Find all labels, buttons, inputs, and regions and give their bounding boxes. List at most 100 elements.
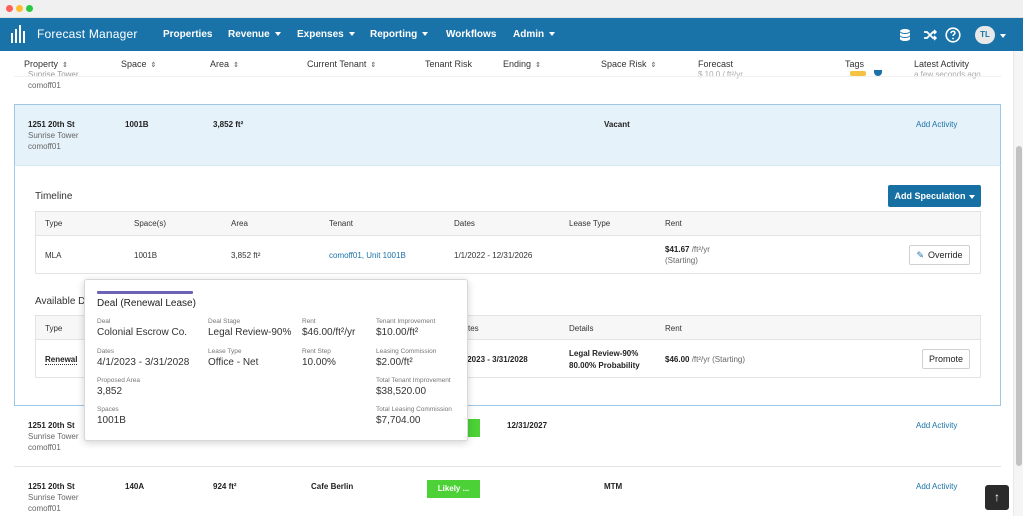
deal-rent: $46.00 /ft²/yr (Starting) bbox=[665, 355, 745, 364]
deal-probability: 80.00% Probability bbox=[569, 361, 640, 370]
deal-type-link[interactable]: Renewal bbox=[45, 355, 78, 365]
sort-icon: ⇕ bbox=[650, 62, 657, 69]
brand-name[interactable]: Forecast Manager bbox=[37, 27, 138, 41]
sort-icon: ⇕ bbox=[150, 62, 157, 69]
timeline-col-lease-type: Lease Type bbox=[569, 219, 611, 228]
deal-popover: Deal (Renewal Lease) Deal Colonial Escro… bbox=[84, 279, 468, 441]
column-header-forecast[interactable]: Forecast bbox=[698, 59, 733, 69]
property-address: 1251 20th St bbox=[28, 482, 75, 491]
popover-accent-bar bbox=[97, 291, 193, 294]
logo-icon[interactable] bbox=[10, 25, 28, 43]
sort-icon: ⇕ bbox=[370, 62, 377, 69]
property-building: Sunrise Tower bbox=[28, 493, 79, 502]
dates-value: 4/1/2023 - 3/31/2028 bbox=[97, 357, 190, 368]
override-button[interactable]: ✎ Override bbox=[909, 245, 970, 265]
deal-label: Deal bbox=[97, 318, 111, 325]
timeline-space: 1001B bbox=[134, 251, 158, 260]
timeline-col-area: Area bbox=[231, 219, 248, 228]
property-owner: comoff01 bbox=[28, 81, 61, 90]
timeline-col-tenant: Tenant bbox=[329, 219, 354, 228]
chevron-down-icon[interactable] bbox=[1000, 34, 1006, 38]
user-avatar[interactable]: TL bbox=[975, 26, 995, 44]
close-window-button[interactable] bbox=[6, 5, 13, 12]
column-header-tenant-risk[interactable]: Tenant Risk bbox=[425, 59, 472, 69]
available-deals-title: Available D bbox=[35, 296, 86, 307]
timeline-tenant-link[interactable]: comoff01, Unit 1001B bbox=[329, 251, 406, 260]
tenant-risk-badge[interactable]: Likely ... bbox=[427, 480, 480, 498]
help-icon[interactable] bbox=[945, 27, 961, 43]
proposed-area-value: 3,852 bbox=[97, 386, 123, 397]
space-value: 1001B bbox=[125, 120, 149, 129]
deal-rent-value: $46.00 bbox=[665, 355, 690, 364]
promote-button[interactable]: Promote bbox=[922, 349, 970, 369]
top-navbar: Forecast Manager Properties Revenue Expe… bbox=[0, 18, 1023, 51]
column-header-space[interactable]: Space ⇕ bbox=[121, 59, 156, 69]
shuffle-icon[interactable] bbox=[922, 27, 938, 43]
timeline-table-header bbox=[35, 211, 981, 236]
add-activity-link[interactable]: Add Activity bbox=[916, 482, 957, 491]
add-activity-link[interactable]: Add Activity bbox=[916, 120, 957, 129]
available-col-rent: Rent bbox=[665, 324, 682, 333]
deal-stage: Legal Review-90% bbox=[569, 349, 639, 358]
timeline-dates: 1/1/2022 - 12/31/2026 bbox=[454, 251, 533, 260]
add-speculation-button[interactable]: Add Speculation bbox=[888, 185, 981, 207]
deal-stage-label: Deal Stage bbox=[208, 318, 241, 325]
total-leasing-commission-value: $7,704.00 bbox=[376, 415, 421, 426]
timeline-col-rent: Rent bbox=[665, 219, 682, 228]
tenant-improvement-value: $10.00/ft² bbox=[376, 327, 419, 338]
available-col-details: Details bbox=[569, 324, 594, 333]
column-header-tags[interactable]: Tags bbox=[845, 59, 864, 69]
column-header-space-risk[interactable]: Space Risk ⇕ bbox=[601, 59, 656, 69]
ending-date: 12/31/2027 bbox=[507, 421, 548, 430]
sort-icon: ⇕ bbox=[233, 62, 239, 69]
leasing-commission-label: Leasing Commission bbox=[376, 348, 437, 355]
sort-icon: ⇕ bbox=[535, 62, 541, 69]
nav-revenue[interactable]: Revenue bbox=[228, 29, 281, 40]
nav-workflows[interactable]: Workflows bbox=[446, 29, 496, 40]
pencil-icon: ✎ bbox=[916, 250, 925, 260]
nav-admin-label: Admin bbox=[513, 29, 545, 40]
minimize-window-button[interactable] bbox=[16, 5, 23, 12]
current-tenant: Cafe Berlin bbox=[311, 482, 354, 491]
column-header-property[interactable]: Property ⇕ bbox=[24, 59, 68, 69]
nav-expenses[interactable]: Expenses bbox=[297, 29, 355, 40]
nav-admin[interactable]: Admin bbox=[513, 29, 556, 40]
nav-reporting[interactable]: Reporting bbox=[370, 29, 429, 40]
property-owner: comoff01 bbox=[28, 504, 61, 513]
timeline-col-dates: Dates bbox=[454, 219, 475, 228]
column-header-current-tenant[interactable]: Current Tenant ⇕ bbox=[307, 59, 376, 69]
available-col-dates: tes bbox=[468, 324, 479, 333]
column-header-area[interactable]: Area ⇕ bbox=[210, 59, 239, 69]
timeline-rent-value: $41.67 bbox=[665, 245, 690, 254]
timeline-title: Timeline bbox=[35, 191, 73, 202]
rent-label: Rent bbox=[302, 318, 316, 325]
nav-revenue-label: Revenue bbox=[228, 29, 270, 40]
property-building: Sunrise Tower bbox=[28, 70, 79, 79]
property-address: 1251 20th St bbox=[28, 120, 75, 129]
property-address: 1251 20th St bbox=[28, 421, 75, 430]
column-header-ending[interactable]: Ending ⇕ bbox=[503, 59, 541, 69]
timeline-rent-unit: /ft²/yr bbox=[691, 245, 710, 254]
rent-step-value: 10.00% bbox=[302, 357, 336, 368]
table-row-selected[interactable] bbox=[14, 104, 1001, 165]
spaces-label: Spaces bbox=[97, 406, 119, 413]
deal-stage-value: Legal Review-90% bbox=[208, 327, 292, 338]
scrollbar-thumb[interactable] bbox=[1016, 146, 1022, 466]
column-label: Property bbox=[24, 59, 59, 69]
database-icon[interactable] bbox=[897, 27, 913, 43]
column-label: Space Risk bbox=[601, 59, 647, 69]
spaces-value: 1001B bbox=[97, 415, 126, 426]
lease-type-value: Office - Net bbox=[208, 357, 259, 368]
column-label: Area bbox=[210, 59, 230, 69]
total-tenant-improvement-label: Total Tenant Improvement bbox=[376, 377, 451, 384]
vertical-scrollbar[interactable] bbox=[1013, 51, 1023, 516]
maximize-window-button[interactable] bbox=[26, 5, 33, 12]
popover-title: Deal (Renewal Lease) bbox=[97, 298, 196, 309]
add-activity-link[interactable]: Add Activity bbox=[916, 421, 957, 430]
space-risk-value: MTM bbox=[604, 482, 623, 491]
scroll-to-top-button[interactable]: ↑ bbox=[985, 485, 1009, 510]
space-value: 140A bbox=[125, 482, 145, 491]
nav-properties[interactable]: Properties bbox=[163, 29, 212, 40]
nav-expenses-label: Expenses bbox=[297, 29, 344, 40]
column-header-latest-activity[interactable]: Latest Activity bbox=[914, 59, 969, 69]
